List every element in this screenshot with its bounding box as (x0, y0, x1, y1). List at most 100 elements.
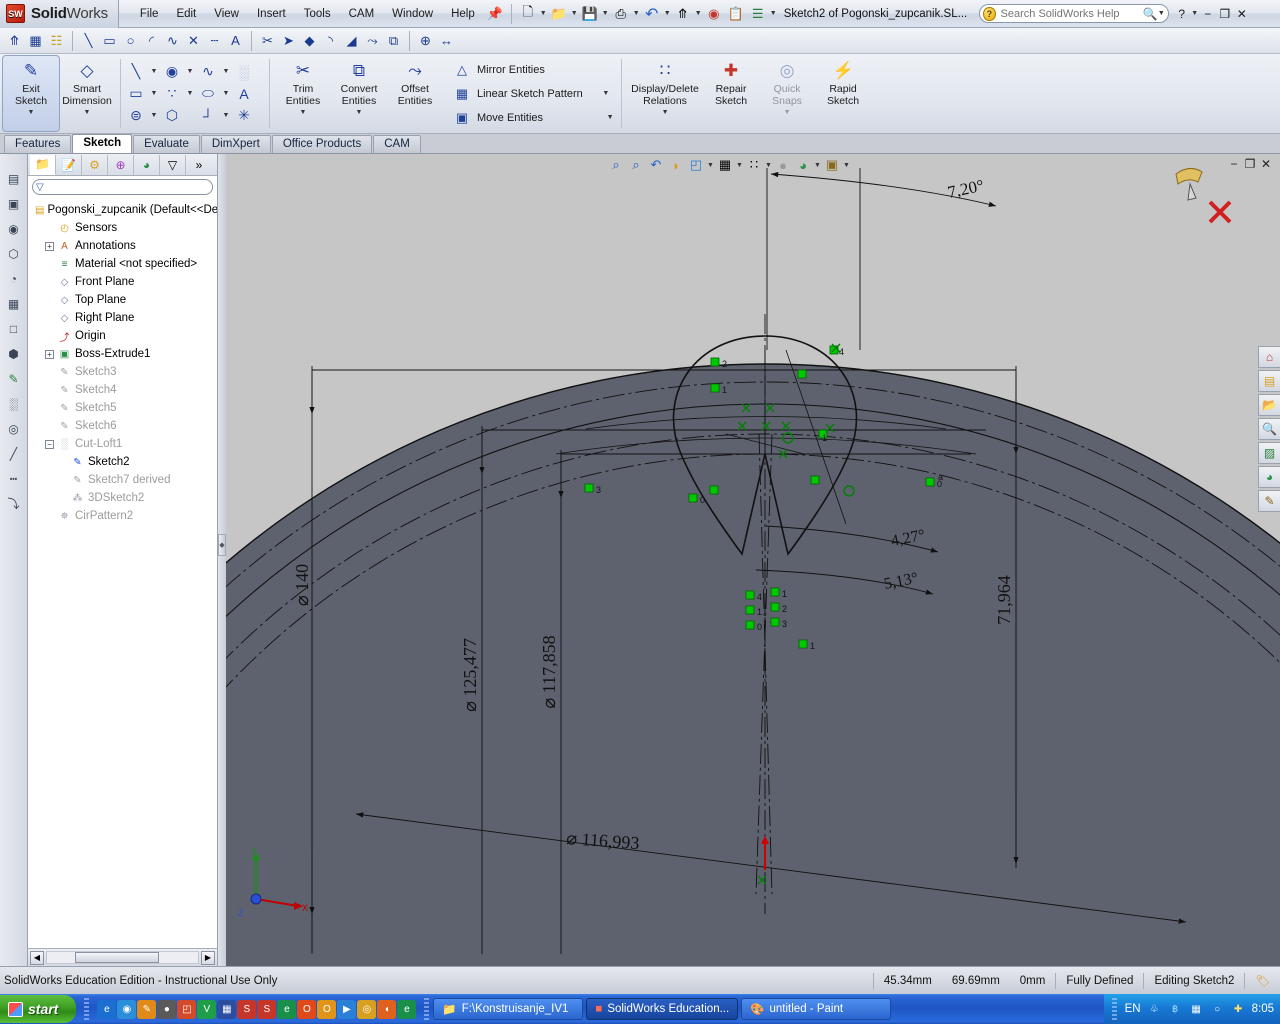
graphics-area[interactable]: ⌕ ⌕ ↶ ◗ ◰ ▼ ▦ ▼ ∷ ▼ ● ◕ ▼ ▣ ▼ − ❐ ✕ 7,20… (226, 154, 1280, 966)
menu-tools[interactable]: Tools (295, 4, 340, 24)
search-icon[interactable]: 🔍 (1258, 418, 1280, 440)
custom-properties-icon[interactable]: ✎ (1258, 490, 1280, 512)
task-solidworks[interactable]: ■ SolidWorks Education... (586, 998, 739, 1020)
status-tag-icon[interactable]: 🏷 (1244, 972, 1280, 989)
feature-manager-tab[interactable]: 📁 (30, 154, 56, 175)
display-manager-tab[interactable]: ◕ (134, 154, 160, 175)
tree-node-sketch3[interactable]: ✎ Sketch3 (28, 363, 217, 381)
tree-node-cirpattern2[interactable]: ✵ CirPattern2 (28, 507, 217, 525)
panel-icon-5[interactable]: ◔ (4, 268, 24, 289)
quick-snaps-button[interactable]: ◎ Quick Snaps ▼ (759, 56, 815, 131)
relations-dropdown[interactable]: ▼ (662, 109, 669, 116)
tree-node-sketch4[interactable]: ✎ Sketch4 (28, 381, 217, 399)
scroll-left-button[interactable]: ◀ (30, 950, 44, 965)
open-document-icon[interactable]: 📁 (548, 3, 570, 25)
view-orientation-icon[interactable]: ◰ (686, 155, 706, 175)
convert-entities-dropdown[interactable]: ▼ (356, 109, 363, 116)
hide-show-dropdown[interactable]: ▼ (764, 162, 773, 169)
edge-icon-2[interactable]: e (397, 999, 417, 1019)
point-icon[interactable]: ✕ (183, 30, 204, 51)
repair-sketch-button[interactable]: ✚ Repair Sketch (703, 56, 759, 131)
help-dropdown[interactable]: ▼ (1190, 10, 1199, 17)
task-paint[interactable]: 🎨 untitled - Paint (741, 998, 892, 1020)
spline-tool[interactable]: ∿ (195, 61, 221, 82)
design-library-icon[interactable]: ▤ (1258, 370, 1280, 392)
sketch-pattern-tool[interactable]: ░ (231, 61, 257, 82)
panel-icon-14[interactable]: ⤵ (4, 493, 24, 514)
graphics-restore-button[interactable]: ❐ (1242, 156, 1258, 172)
feature-filter-input[interactable] (43, 181, 212, 193)
search-dropdown[interactable]: ▼ (1157, 10, 1165, 17)
apply-scene-icon[interactable]: ◕ (793, 155, 813, 175)
panel-icon-7[interactable]: □ (4, 318, 24, 339)
menu-insert[interactable]: Insert (248, 4, 295, 24)
quick-snaps-dropdown[interactable]: ▼ (784, 109, 791, 116)
trim-entities-button[interactable]: ✂ Trim Entities ▼ (275, 56, 331, 131)
undo-dropdown[interactable]: ▼ (663, 10, 672, 17)
print-dropdown[interactable]: ▼ (632, 10, 641, 17)
configuration-manager-tab[interactable]: ⚙ (82, 154, 108, 175)
menu-view[interactable]: View (205, 4, 248, 24)
select-dropdown[interactable]: ▼ (694, 10, 703, 17)
tree-node-right-plane[interactable]: ◇ Right Plane (28, 309, 217, 327)
chrome-icon[interactable]: ◎ (357, 999, 377, 1019)
exit-sketch-button[interactable]: ✎ Exit Sketch ▼ (2, 55, 60, 132)
search-magnifier-icon[interactable]: 🔍 (1143, 7, 1158, 21)
panel-splitter[interactable]: ◆ (218, 154, 226, 966)
point-tool[interactable]: ✳ (231, 105, 257, 126)
rectangle-tool-dropdown[interactable]: ▼ (149, 90, 159, 97)
line-tool[interactable]: ╲ (123, 61, 149, 82)
circle-icon[interactable]: ○ (120, 30, 141, 51)
file-properties-icon[interactable]: ☰ (747, 3, 769, 25)
task-explorer[interactable]: 📁 F:\Konstruisanje_IV1 (433, 998, 584, 1020)
convert-icon[interactable]: ⧉ (383, 30, 404, 51)
linear-pattern-dropdown[interactable]: ▼ (601, 90, 611, 97)
panel-icon-1[interactable]: ▤ (4, 168, 24, 189)
panel-icon-3[interactable]: ◉ (4, 218, 24, 239)
mirror-icon[interactable]: ◆ (299, 30, 320, 51)
move-entities-row[interactable]: ▣ Move Entities ▼ (450, 106, 619, 130)
rebuild-icon[interactable]: ◉ (703, 3, 725, 25)
view-settings-dropdown[interactable]: ▼ (842, 162, 851, 169)
update-icon[interactable]: ✚ (1231, 1002, 1246, 1017)
rectangle-icon[interactable]: ▭ (99, 30, 120, 51)
browser2-icon[interactable]: ◉ (117, 999, 137, 1019)
rectangle-tool[interactable]: ▭ (123, 83, 149, 104)
tree-node-sensors[interactable]: ◴ Sensors (28, 219, 217, 237)
help-search-input[interactable] (995, 7, 1143, 20)
tree-node-material-not-specified[interactable]: ≡ Material <not specified> (28, 255, 217, 273)
sketch-snap-icon[interactable]: ☷ (46, 30, 67, 51)
mirror-entities-row[interactable]: △ Mirror Entities (450, 58, 619, 82)
tree-node-front-plane[interactable]: ◇ Front Plane (28, 273, 217, 291)
sketch-canvas[interactable]: 7,20° 4,27° 5,13° ⌀ 140 ⌀ 125,477 ⌀ 117,… (226, 154, 1280, 966)
tab-cam[interactable]: CAM (373, 135, 421, 153)
extend-icon[interactable]: ➤ (278, 30, 299, 51)
solidworks-icon-2[interactable]: S (257, 999, 277, 1019)
new-document-dropdown[interactable]: ▼ (539, 10, 548, 17)
panel-icon-4[interactable]: ⬡ (4, 243, 24, 264)
trim-icon[interactable]: ✂ (257, 30, 278, 51)
tree-node-sketch2[interactable]: ✎ Sketch2 (28, 453, 217, 471)
feature-tree-hscrollbar[interactable]: ◀ ▶ (28, 948, 217, 966)
graphics-close-button[interactable]: ✕ (1258, 156, 1274, 172)
opera-icon[interactable]: O (297, 999, 317, 1019)
smart-dimension-button[interactable]: ◇ Smart Dimension ▼ (59, 56, 115, 131)
spline-icon[interactable]: ∿ (162, 30, 183, 51)
tree-node-cut-loft1[interactable]: − ░ Cut-Loft1 (28, 435, 217, 453)
connection-icon[interactable]: ▦ (1189, 1002, 1204, 1017)
view-orientation-dropdown[interactable]: ▼ (706, 162, 715, 169)
display-style-icon[interactable]: ▦ (715, 155, 735, 175)
tree-node-top-plane[interactable]: ◇ Top Plane (28, 291, 217, 309)
dimension-icon[interactable]: ↔ (436, 30, 457, 51)
menu-cam[interactable]: CAM (340, 4, 384, 24)
divx-icon[interactable]: ▦ (217, 999, 237, 1019)
office-icon[interactable]: O (317, 999, 337, 1019)
panel-icon-12[interactable]: ╱ (4, 443, 24, 464)
tab-features[interactable]: Features (4, 135, 72, 153)
menu-window[interactable]: Window (383, 4, 442, 24)
offset-icon[interactable]: ⤳ (362, 30, 383, 51)
fillet-tool[interactable]: ┘ (195, 105, 221, 126)
clock[interactable]: 8:05 (1252, 1003, 1274, 1015)
circle-tool-dropdown[interactable]: ▼ (185, 68, 195, 75)
panel-icon-2[interactable]: ▣ (4, 193, 24, 214)
